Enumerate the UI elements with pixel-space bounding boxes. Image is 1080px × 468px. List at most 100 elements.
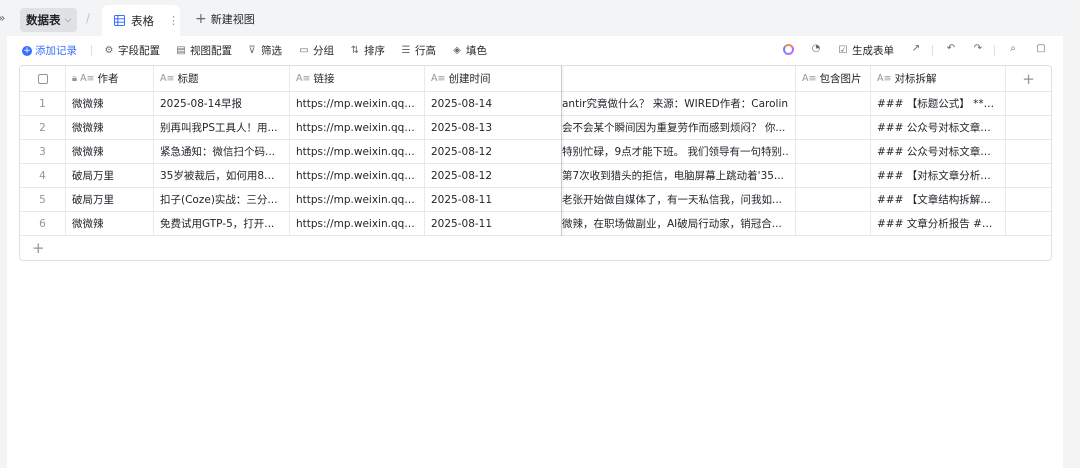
data-table: 🔒︎ A≡ 作者 A≡ 标题 A≡ 链接 A≡ 创建时间 A≡ 包含图片 A≡ … xyxy=(19,65,1052,261)
cell-link[interactable]: https://mp.weixin.qq.co... xyxy=(290,164,425,187)
cell-content[interactable]: 会不会某个瞬间因为重复劳作而感到烦闷？ 你... xyxy=(562,116,796,139)
header-content[interactable] xyxy=(562,66,796,91)
cell-contains-image[interactable] xyxy=(796,212,871,235)
header-title-label: 标题 xyxy=(177,73,199,85)
share-button[interactable]: ↗ xyxy=(910,43,922,54)
view-config-button[interactable]: ▤ 视图配置 xyxy=(175,43,232,58)
table-row[interactable]: 2 微微辣 别再叫我PS工具人！用... https://mp.weixin.q… xyxy=(20,116,1051,140)
redo-icon: ↷ xyxy=(973,43,983,54)
cell-content[interactable]: antir究竟做什么？ 来源：WIRED作者：Carolin... xyxy=(562,92,796,115)
cell-link[interactable]: https://mp.weixin.qq.co... xyxy=(290,140,425,163)
add-row-bar[interactable]: + xyxy=(20,236,1051,260)
add-row-plus-icon[interactable]: + xyxy=(32,239,45,257)
cell-contains-image[interactable] xyxy=(796,92,871,115)
table-header-row: 🔒︎ A≡ 作者 A≡ 标题 A≡ 链接 A≡ 创建时间 A≡ 包含图片 A≡ … xyxy=(20,66,1051,92)
header-analysis[interactable]: A≡ 对标拆解 xyxy=(871,66,1006,91)
cell-analysis[interactable]: ### 【文章结构拆解】 ... xyxy=(871,188,1006,211)
select-all-checkbox-cell[interactable] xyxy=(20,66,66,91)
table-row[interactable]: 4 破局万里 35岁被裁后，如何用8年... https://mp.weixin… xyxy=(20,164,1051,188)
chevron-down-icon: ⌵ xyxy=(64,15,72,25)
filter-button[interactable]: ⊽ 筛选 xyxy=(246,43,282,58)
expand-sidebar-icon[interactable]: » xyxy=(0,9,14,27)
sort-button[interactable]: ⇅ 排序 xyxy=(349,43,385,58)
group-icon: ▭ xyxy=(299,45,309,56)
redo-button[interactable]: ↷ xyxy=(972,43,984,54)
table-row[interactable]: 3 微微辣 紧急通知：微信扫个码... https://mp.weixin.qq… xyxy=(20,140,1051,164)
cell-created[interactable]: 2025-08-13 xyxy=(425,116,562,139)
cell-author[interactable]: 破局万里 xyxy=(66,164,154,187)
cell-created[interactable]: 2025-08-12 xyxy=(425,164,562,187)
cell-content[interactable]: 特别忙碌，9点才能下班。 我们领导有一句特别... xyxy=(562,140,796,163)
header-link[interactable]: A≡ 链接 xyxy=(290,66,425,91)
row-number: 2 xyxy=(20,116,66,139)
search-button[interactable]: ⌕ xyxy=(1007,43,1019,54)
cell-author[interactable]: 微微辣 xyxy=(66,92,154,115)
cell-link[interactable]: https://mp.weixin.qq.co... xyxy=(290,92,425,115)
cell-content[interactable]: 老张开始做自媒体了，有一天私信我，问我如... xyxy=(562,188,796,211)
cell-analysis[interactable]: ### 文章分析报告 ###... xyxy=(871,212,1006,235)
datatable-name: 数据表 xyxy=(26,13,61,27)
cell-contains-image[interactable] xyxy=(796,140,871,163)
field-config-button[interactable]: ⚙ 字段配置 xyxy=(103,43,160,58)
cell-contains-image[interactable] xyxy=(796,164,871,187)
cell-contains-image[interactable] xyxy=(796,116,871,139)
cell-link[interactable]: https://mp.weixin.qq.co... xyxy=(290,116,425,139)
tab-menu-icon[interactable]: ⋮ xyxy=(168,14,179,27)
cell-title[interactable]: 紧急通知：微信扫个码... xyxy=(154,140,290,163)
header-title[interactable]: A≡ 标题 xyxy=(154,66,290,91)
cell-content[interactable]: 第7次收到猎头的拒信，电脑屏幕上跳动着'35... xyxy=(562,164,796,187)
cell-title[interactable]: 扣子(Coze)实战：三分... xyxy=(154,188,290,211)
filter-icon: ⊽ xyxy=(248,45,256,56)
header-contains-image[interactable]: A≡ 包含图片 xyxy=(796,66,871,91)
cell-created[interactable]: 2025-08-11 xyxy=(425,188,562,211)
frozen-column-divider[interactable] xyxy=(561,66,562,236)
cell-created-text: 2025-08-13 xyxy=(431,121,493,134)
cell-author[interactable]: 微微辣 xyxy=(66,140,154,163)
cell-analysis[interactable]: ### 公众号对标文章分... xyxy=(871,116,1006,139)
cell-created[interactable]: 2025-08-12 xyxy=(425,140,562,163)
table-row[interactable]: 5 破局万里 扣子(Coze)实战：三分... https://mp.weixi… xyxy=(20,188,1051,212)
cell-analysis-text: ### 【标题公式】 **{热... xyxy=(877,98,999,110)
automation-button[interactable]: ◔ xyxy=(810,43,822,54)
header-contains-image-label: 包含图片 xyxy=(819,73,862,85)
cell-created[interactable]: 2025-08-14 xyxy=(425,92,562,115)
cell-title[interactable]: 2025-08-14早报 xyxy=(154,92,290,115)
row-number: 3 xyxy=(20,140,66,163)
table-row[interactable]: 1 微微辣 2025-08-14早报 https://mp.weixin.qq.… xyxy=(20,92,1051,116)
add-column-button[interactable]: + xyxy=(1006,66,1051,91)
comments-button[interactable]: ▢ xyxy=(1035,43,1047,54)
new-view-button[interactable]: + 新建视图 xyxy=(195,11,255,27)
cell-analysis[interactable]: ### 【对标文章分析报... xyxy=(871,164,1006,187)
cell-author[interactable]: 微微辣 xyxy=(66,116,154,139)
add-record-button[interactable]: + 添加记录 xyxy=(22,43,77,58)
ai-assistant-button[interactable] xyxy=(783,44,794,55)
row-height-button[interactable]: ☰ 行高 xyxy=(400,43,436,58)
cell-author[interactable]: 微微辣 xyxy=(66,212,154,235)
cell-link[interactable]: https://mp.weixin.qq.co... xyxy=(290,188,425,211)
fill-color-button[interactable]: ◈ 填色 xyxy=(451,43,487,58)
cell-created-text: 2025-08-11 xyxy=(431,193,493,206)
cell-contains-image[interactable] xyxy=(796,188,871,211)
select-all-checkbox[interactable] xyxy=(37,73,48,84)
cell-content[interactable]: 微辣，在职场做副业，AI破局行动家，销冠合... xyxy=(562,212,796,235)
form-check-icon: ☑ xyxy=(838,45,848,56)
cell-title[interactable]: 免费试用GTP-5，打开... xyxy=(154,212,290,235)
header-created[interactable]: A≡ 创建时间 xyxy=(425,66,562,91)
row-number: 6 xyxy=(20,212,66,235)
undo-button[interactable]: ↶ xyxy=(945,43,957,54)
generate-form-button[interactable]: ☑ 生成表单 xyxy=(837,43,894,58)
cell-analysis[interactable]: ### 公众号对标文章分... xyxy=(871,140,1006,163)
cell-created[interactable]: 2025-08-11 xyxy=(425,212,562,235)
cell-title[interactable]: 别再叫我PS工具人！用... xyxy=(154,116,290,139)
cell-analysis[interactable]: ### 【标题公式】 **{热... xyxy=(871,92,1006,115)
header-author[interactable]: 🔒︎ A≡ 作者 xyxy=(66,66,154,91)
tab-grid-view[interactable]: 表格 ⋮ xyxy=(102,5,180,36)
cell-title[interactable]: 35岁被裁后，如何用8年... xyxy=(154,164,290,187)
datatable-selector[interactable]: 数据表 ⌵ xyxy=(20,8,78,32)
cell-author[interactable]: 破局万里 xyxy=(66,188,154,211)
cell-link[interactable]: https://mp.weixin.qq.co... xyxy=(290,212,425,235)
table-row[interactable]: 6 微微辣 免费试用GTP-5，打开... https://mp.weixin.… xyxy=(20,212,1051,236)
header-author-label: 作者 xyxy=(97,73,119,85)
row-height-label: 行高 xyxy=(415,45,436,57)
group-button[interactable]: ▭ 分组 xyxy=(298,43,334,58)
